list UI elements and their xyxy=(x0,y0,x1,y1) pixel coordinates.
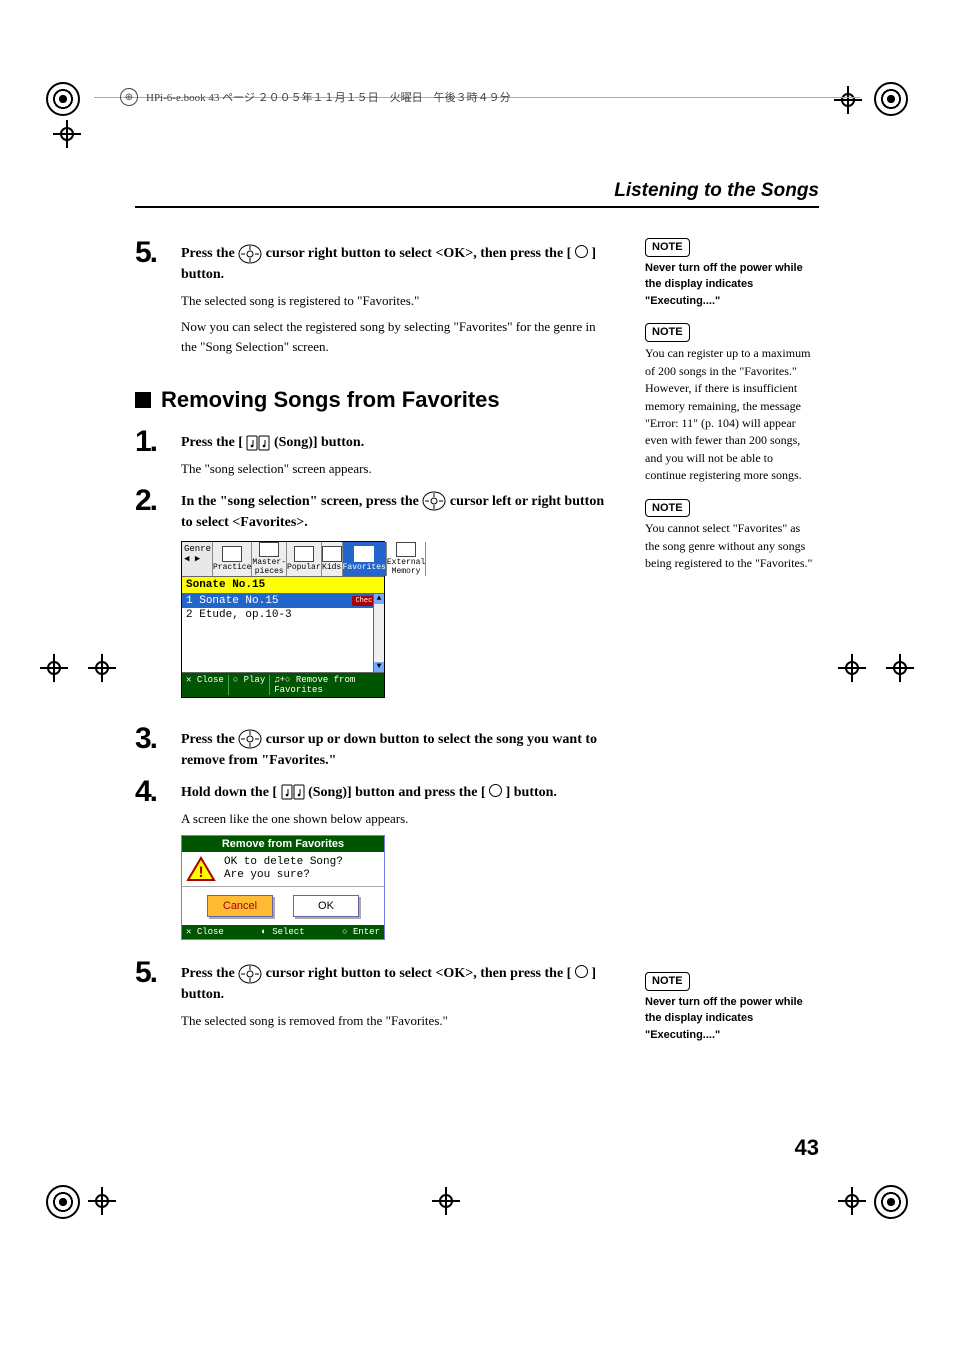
main-column: 5. Press the cursor right button to sele… xyxy=(135,238,610,1037)
genre-tab-masterpieces: Master-pieces xyxy=(252,542,287,576)
step-instruction: Press the [ (Song)] button. xyxy=(181,435,364,450)
footer-play: ○ Play xyxy=(233,675,270,695)
song-icon xyxy=(281,784,305,800)
step-number: 5. xyxy=(135,958,181,988)
circle-button-icon xyxy=(489,784,502,797)
list-item: 1 Sonate No.15 Check xyxy=(182,594,384,608)
step-instruction: Press the cursor up or down button to se… xyxy=(181,732,597,768)
circle-button-icon xyxy=(575,965,588,978)
note-3: NOTE You cannot select "Favorites" as th… xyxy=(645,499,817,573)
side-column: NOTE Never turn off the power while the … xyxy=(645,238,817,587)
cursor-icon xyxy=(238,964,262,984)
dialog-footer: ✕ Close ◐ Select ○ Enter xyxy=(182,925,384,939)
crosshair-r xyxy=(886,654,914,682)
scroll-up-icon: ▲ xyxy=(374,594,384,604)
crosshair-tl xyxy=(53,120,81,148)
step-number: 2. xyxy=(135,486,181,516)
step-instruction: Hold down the [ (Song)] button and press… xyxy=(181,785,557,800)
section-heading: Removing Songs from Favorites xyxy=(135,387,610,413)
dialog-title: Remove from Favorites xyxy=(182,836,384,852)
song-list: 1 Sonate No.15 Check 2 Etude, op.10-3 ▲ … xyxy=(182,594,384,673)
song-icon xyxy=(246,435,270,451)
step-desc: A screen like the one shown below appear… xyxy=(181,809,610,829)
note-label: NOTE xyxy=(645,323,690,342)
step-desc-2: Now you can select the registered song b… xyxy=(181,317,610,357)
note-text: Never turn off the power while the displ… xyxy=(645,994,817,1044)
cursor-icon xyxy=(422,491,446,511)
step-3: 3. Press the cursor up or down button to… xyxy=(135,724,610,771)
genre-tab-practice: Practice xyxy=(213,542,252,576)
step-5-register: 5. Press the cursor right button to sele… xyxy=(135,238,610,357)
page-number: 43 xyxy=(795,1135,819,1161)
remove-confirm-screenshot: Remove from Favorites ! OK to delete Son… xyxy=(181,835,385,940)
step-5-remove: 5. Press the cursor right button to sele… xyxy=(135,958,610,1031)
note-2: NOTE You can register up to a maximum of… xyxy=(645,323,817,484)
reg-mark-tl xyxy=(46,82,80,116)
side-column-lower: NOTE Never turn off the power while the … xyxy=(645,972,817,1057)
step-number: 4. xyxy=(135,777,181,807)
step-4: 4. Hold down the [ (Song)] button and pr… xyxy=(135,777,610,829)
genre-tab-external: External Memory xyxy=(387,542,426,576)
cancel-button: Cancel xyxy=(207,895,273,917)
square-bullet-icon xyxy=(135,392,151,408)
reg-mark-br xyxy=(874,1185,908,1219)
selected-song-title: Sonate No.15 xyxy=(182,577,384,594)
genre-tabs: Genre◀ ▶ Practice Master-pieces Popular … xyxy=(182,542,384,577)
genre-label: Genre◀ ▶ xyxy=(182,542,213,576)
footer-close: ✕ Close xyxy=(186,675,229,695)
circle-button-icon xyxy=(575,245,588,258)
warning-icon: ! xyxy=(186,856,216,882)
step-desc: The "song selection" screen appears. xyxy=(181,459,610,479)
step-instruction: In the "song selection" screen, press th… xyxy=(181,494,604,530)
genre-tab-kids: Kids xyxy=(322,542,343,576)
reg-mark-tr xyxy=(874,82,908,116)
step-number: 5. xyxy=(135,238,181,268)
genre-tab-popular: Popular xyxy=(287,542,322,576)
book-icon: ⊕ xyxy=(120,88,138,106)
note-4: NOTE Never turn off the power while the … xyxy=(645,972,817,1043)
dialog-message: OK to delete Song? Are you sure? xyxy=(224,856,343,882)
ok-button: OK xyxy=(293,895,359,917)
scrollbar: ▲ ▼ xyxy=(373,594,384,672)
title-rule xyxy=(135,206,819,208)
header-text: HPi-6-e.book 43 ページ ２００５年１１月１５日 火曜日 午後３時… xyxy=(146,89,511,105)
footer-remove: ♫+○ Remove from Favorites xyxy=(274,675,380,695)
note-text: Never turn off the power while the displ… xyxy=(645,260,817,310)
step-2: 2. In the "song selection" screen, press… xyxy=(135,486,610,533)
crosshair-tr xyxy=(834,86,862,114)
crosshair-bl xyxy=(88,1187,116,1215)
reg-mark-bl xyxy=(46,1185,80,1219)
crosshair-r2 xyxy=(838,654,866,682)
svg-text:!: ! xyxy=(196,864,206,882)
footer-select: ◐ Select xyxy=(261,927,304,937)
note-text: You cannot select "Favorites" as the son… xyxy=(645,520,817,572)
list-item: 2 Etude, op.10-3 xyxy=(182,608,384,622)
step-desc: The selected song is removed from the "F… xyxy=(181,1011,610,1031)
footer-enter: ○ Enter xyxy=(342,927,380,937)
cursor-icon xyxy=(238,244,262,264)
note-text: You can register up to a maximum of 200 … xyxy=(645,345,817,484)
step-number: 1. xyxy=(135,427,181,457)
step-instruction: Press the cursor right button to select … xyxy=(181,246,596,282)
screen-footer: ✕ Close ○ Play ♫+○ Remove from Favorites xyxy=(182,673,384,697)
song-selection-screenshot: Genre◀ ▶ Practice Master-pieces Popular … xyxy=(181,541,385,698)
genre-tab-favorites: Favorites xyxy=(343,542,387,576)
crosshair-c xyxy=(432,1187,460,1215)
step-number: 3. xyxy=(135,724,181,754)
cursor-icon xyxy=(238,729,262,749)
note-label: NOTE xyxy=(645,499,690,518)
step-instruction: Press the cursor right button to select … xyxy=(181,966,596,1002)
note-label: NOTE xyxy=(645,972,690,991)
crosshair-br xyxy=(838,1187,866,1215)
page-title: Listening to the Songs xyxy=(614,180,819,202)
step-1: 1. Press the [ (Song)] button. The "song… xyxy=(135,427,610,479)
footer-close: ✕ Close xyxy=(186,927,224,937)
step-desc-1: The selected song is registered to "Favo… xyxy=(181,291,610,311)
note-label: NOTE xyxy=(645,238,690,257)
print-header: ⊕ HPi-6-e.book 43 ページ ２００５年１１月１５日 火曜日 午後… xyxy=(120,88,834,106)
note-1: NOTE Never turn off the power while the … xyxy=(645,238,817,309)
scroll-down-icon: ▼ xyxy=(374,662,384,672)
crosshair-l2 xyxy=(88,654,116,682)
crosshair-l xyxy=(40,654,68,682)
